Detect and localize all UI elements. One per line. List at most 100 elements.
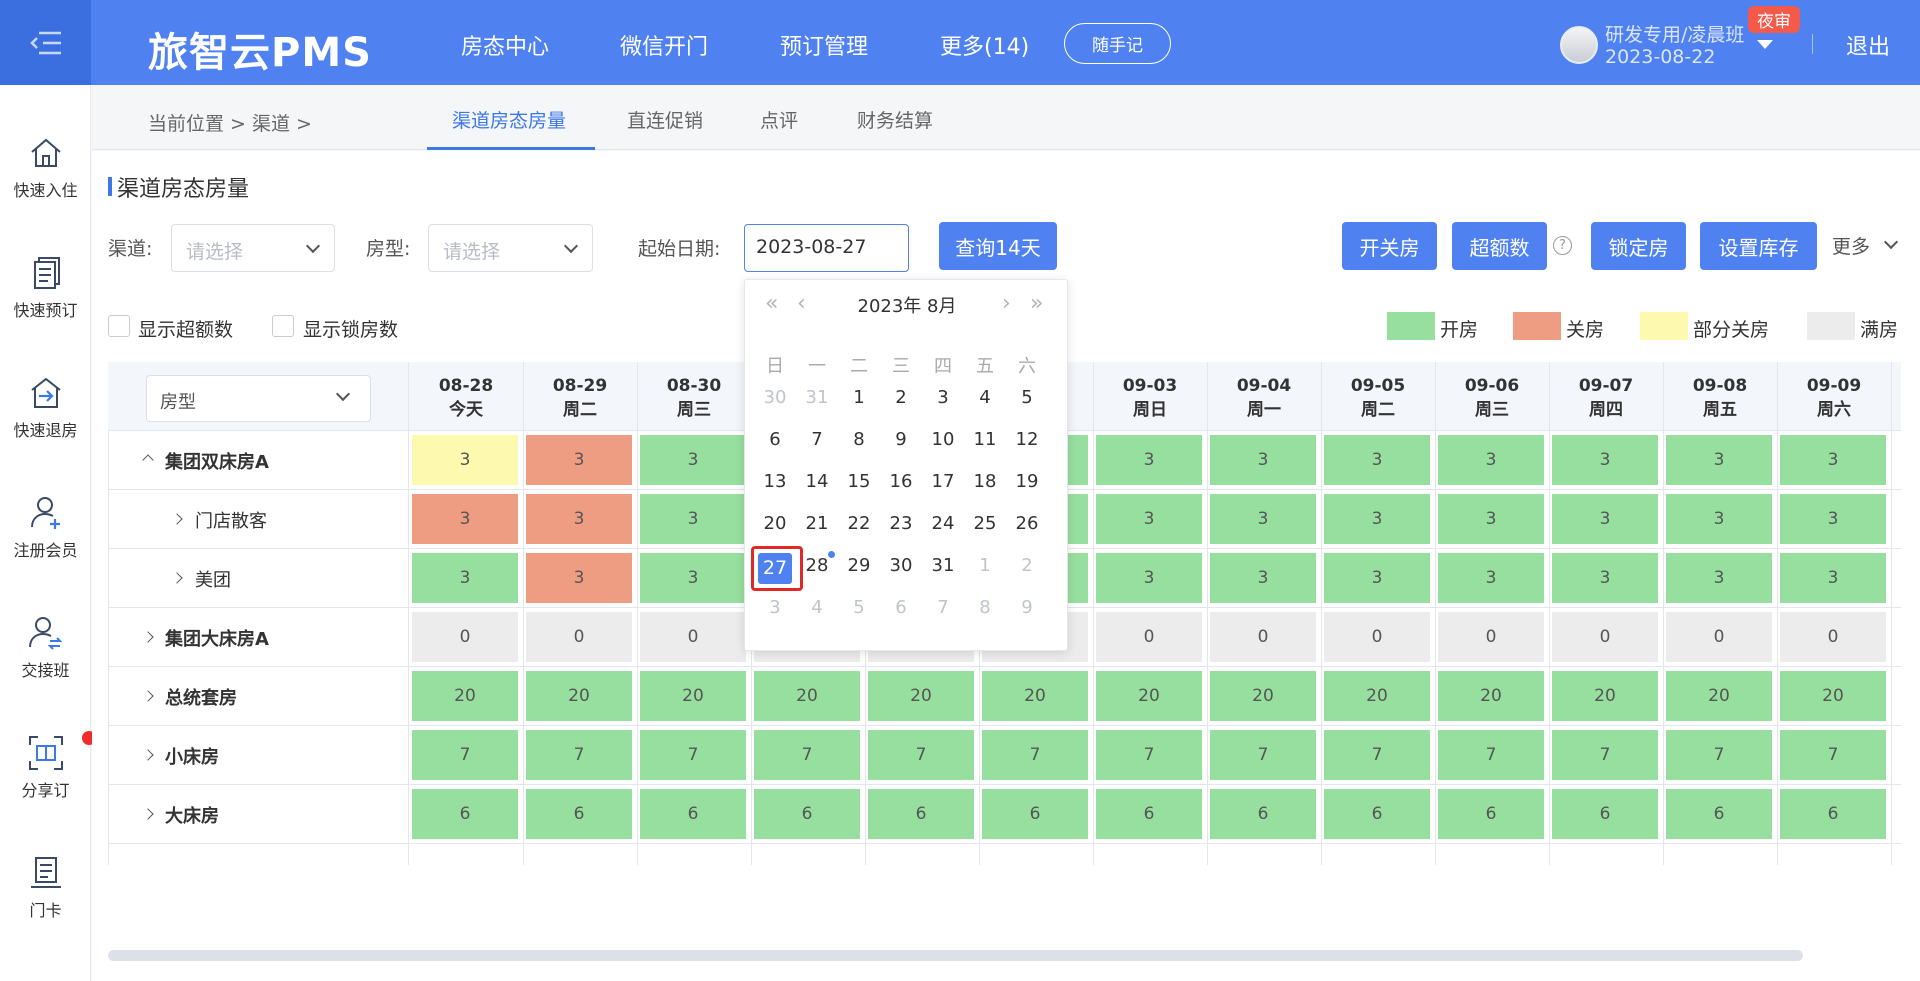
inventory-cell[interactable]: 20	[1438, 671, 1544, 721]
calendar-day[interactable]: 5	[841, 591, 877, 625]
menu-toggle-button[interactable]	[0, 0, 91, 85]
calendar-day[interactable]: 1	[967, 549, 1003, 583]
inventory-cell[interactable]: 7	[526, 730, 632, 780]
show-locked-label[interactable]: 显示锁房数	[303, 315, 398, 342]
memo-button[interactable]: 随手记	[1064, 23, 1171, 64]
calendar-day[interactable]: 15	[841, 465, 877, 499]
calendar-day[interactable]: 25	[967, 507, 1003, 541]
inventory-cell[interactable]: 7	[1780, 730, 1886, 780]
calendar-day[interactable]: 18	[967, 465, 1003, 499]
inventory-cell[interactable]: 3	[1438, 553, 1544, 603]
inventory-cell[interactable]: 3	[640, 435, 746, 485]
topnav-more[interactable]: 更多(14)	[940, 29, 1029, 61]
room-type-row-label[interactable]: 小床房	[165, 743, 219, 769]
inventory-cell[interactable]: 3	[1780, 553, 1886, 603]
calendar-day[interactable]: 30	[757, 381, 793, 415]
inventory-cell[interactable]: 20	[640, 671, 746, 721]
user-name[interactable]: 研发专用/凌晨班	[1605, 20, 1744, 47]
inventory-cell[interactable]: 6	[1324, 789, 1430, 839]
calendar-day[interactable]: 12	[1009, 423, 1045, 457]
inventory-cell[interactable]: 3	[412, 435, 518, 485]
inventory-cell[interactable]: 20	[868, 671, 974, 721]
calendar-day[interactable]: 1	[841, 381, 877, 415]
inventory-cell[interactable]: 20	[526, 671, 632, 721]
room-type-row-label[interactable]: 总统套房	[165, 684, 237, 710]
calendar-day[interactable]: 11	[967, 423, 1003, 457]
show-locked-checkbox[interactable]	[272, 315, 294, 337]
tab-finance-settlement[interactable]: 财务结算	[857, 106, 933, 133]
channel-select[interactable]: 请选择	[171, 224, 335, 272]
calendar-day[interactable]: 3	[925, 381, 961, 415]
calendar-day[interactable]: 20	[757, 507, 793, 541]
inventory-cell[interactable]: 3	[526, 553, 632, 603]
inventory-cell[interactable]: 0	[1324, 612, 1430, 662]
inventory-cell[interactable]: 3	[1552, 435, 1658, 485]
calendar-day[interactable]: 9	[883, 423, 919, 457]
room-type-row-label[interactable]: 大床房	[165, 802, 219, 828]
inventory-cell[interactable]: 6	[1780, 789, 1886, 839]
inventory-cell[interactable]: 0	[1666, 612, 1772, 662]
inventory-cell[interactable]: 3	[1210, 435, 1316, 485]
inventory-cell[interactable]: 6	[982, 789, 1088, 839]
inventory-cell[interactable]: 6	[1438, 789, 1544, 839]
logout-button[interactable]: 退出	[1846, 29, 1890, 61]
horizontal-scrollbar[interactable]	[108, 950, 1803, 961]
tab-direct-promotion[interactable]: 直连促销	[627, 106, 703, 133]
inventory-cell[interactable]: 7	[868, 730, 974, 780]
inventory-cell[interactable]: 3	[1666, 435, 1772, 485]
inventory-cell[interactable]: 3	[1210, 553, 1316, 603]
inventory-cell[interactable]: 7	[982, 730, 1088, 780]
calendar-day[interactable]: 7	[925, 591, 961, 625]
inventory-cell[interactable]: 0	[1552, 612, 1658, 662]
calendar-day[interactable]: 8	[841, 423, 877, 457]
more-button[interactable]: 更多	[1832, 232, 1870, 259]
topnav-reservations[interactable]: 预订管理	[780, 29, 868, 61]
sidebar-item-register-member[interactable]: 注册会员	[0, 493, 91, 593]
calendar-day[interactable]: 5	[1009, 381, 1045, 415]
inventory-cell[interactable]: 3	[1096, 553, 1202, 603]
inventory-cell[interactable]: 3	[1324, 494, 1430, 544]
calendar-day[interactable]: 7	[799, 423, 835, 457]
inventory-cell[interactable]: 3	[1096, 494, 1202, 544]
inventory-cell[interactable]: 3	[1438, 494, 1544, 544]
room-type-row-label[interactable]: 集团双床房A	[165, 448, 269, 474]
inventory-cell[interactable]: 20	[982, 671, 1088, 721]
inventory-cell[interactable]: 3	[526, 435, 632, 485]
inventory-cell[interactable]: 0	[526, 612, 632, 662]
sidebar-item-shift-handover[interactable]: 交接班	[0, 613, 91, 713]
query-14-days-button[interactable]: 查询14天	[939, 222, 1057, 270]
calendar-day[interactable]: 22	[841, 507, 877, 541]
next-year-icon[interactable]: »	[1030, 291, 1043, 316]
caret-down-icon[interactable]	[1757, 40, 1773, 49]
sidebar-item-share-order[interactable]: 分享订	[0, 731, 96, 833]
inventory-cell[interactable]: 3	[1324, 553, 1430, 603]
set-inventory-button[interactable]: 设置库存	[1700, 222, 1817, 270]
calendar-day[interactable]: 21	[799, 507, 835, 541]
inventory-cell[interactable]: 20	[1552, 671, 1658, 721]
inventory-cell[interactable]: 6	[1666, 789, 1772, 839]
inventory-cell[interactable]: 20	[1096, 671, 1202, 721]
tab-reviews[interactable]: 点评	[760, 106, 798, 133]
inventory-cell[interactable]: 0	[1096, 612, 1202, 662]
inventory-cell[interactable]: 3	[412, 494, 518, 544]
calendar-day[interactable]: 30	[883, 549, 919, 583]
inventory-cell[interactable]: 7	[1552, 730, 1658, 780]
calendar-day[interactable]: 6	[883, 591, 919, 625]
inventory-cell[interactable]: 6	[1552, 789, 1658, 839]
calendar-day[interactable]: 19	[1009, 465, 1045, 499]
inventory-cell[interactable]: 7	[1666, 730, 1772, 780]
selected-day[interactable]: 27	[758, 553, 792, 584]
open-close-room-button[interactable]: 开关房	[1342, 222, 1437, 270]
room-type-row-label[interactable]: 集团大床房A	[165, 625, 269, 651]
calendar-day[interactable]: 2	[883, 381, 919, 415]
inventory-cell[interactable]: 0	[412, 612, 518, 662]
inventory-cell[interactable]: 7	[1096, 730, 1202, 780]
inventory-cell[interactable]: 20	[1666, 671, 1772, 721]
calendar-day[interactable]: 3	[757, 591, 793, 625]
calendar-day[interactable]: 14	[799, 465, 835, 499]
inventory-cell[interactable]: 6	[1096, 789, 1202, 839]
roomtype-column-select[interactable]: 房型	[146, 375, 371, 422]
inventory-cell[interactable]: 7	[1438, 730, 1544, 780]
inventory-cell[interactable]: 6	[1210, 789, 1316, 839]
inventory-cell[interactable]: 0	[640, 612, 746, 662]
